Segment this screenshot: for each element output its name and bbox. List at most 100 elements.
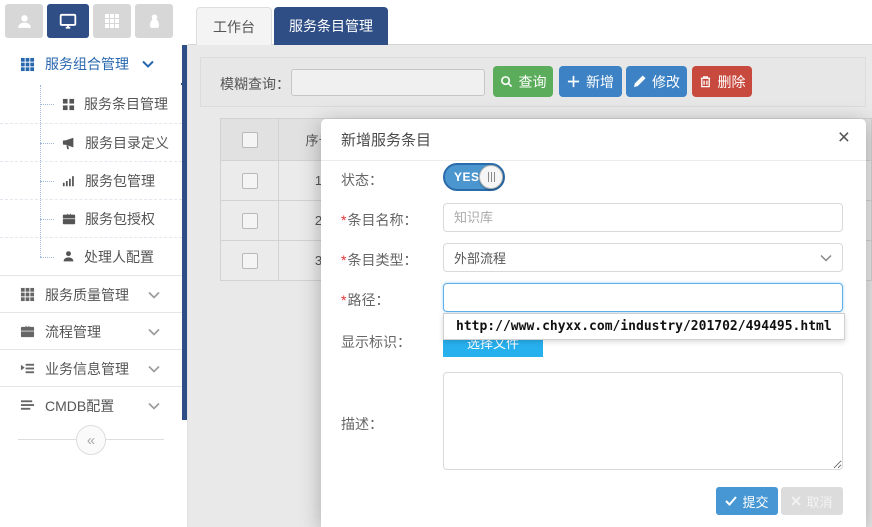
sidebar-item-service-entry-management[interactable]: 服务条目管理 [0, 85, 182, 123]
description-textarea[interactable] [443, 372, 843, 470]
fuzzy-query-input[interactable] [291, 69, 485, 96]
tree-branch-line [40, 219, 54, 220]
query-button-label: 查询 [519, 72, 547, 92]
tab-bar: 工作台 服务条目管理 [188, 0, 872, 45]
chevron-down-icon [148, 328, 160, 336]
grid-icon [20, 57, 35, 72]
fuzzy-query-label: 模糊查询： [220, 74, 290, 94]
grid-icon [20, 287, 35, 302]
row-checkbox[interactable] [242, 173, 258, 189]
row-checkbox[interactable] [242, 213, 258, 229]
path-input[interactable] [443, 283, 843, 312]
toggle-on-label: YES [454, 170, 480, 184]
top-toolbar [0, 0, 188, 45]
briefcase-icon [20, 324, 35, 339]
sidebar-group-label: 服务质量管理 [45, 285, 129, 305]
sidebar-group-business-info[interactable]: 业务信息管理 [0, 349, 182, 387]
modal-title: 新增服务条目 [341, 129, 431, 150]
edit-button[interactable]: 修改 [626, 66, 687, 97]
chevron-down-icon [142, 60, 154, 68]
bar-chart-icon [62, 174, 76, 188]
sidebar-group-label: 流程管理 [45, 322, 101, 342]
display-mark-label: 显示标识： [341, 332, 411, 352]
chevron-down-icon [820, 254, 832, 262]
tree-branch-line [40, 257, 54, 258]
tree-branch-line [40, 143, 54, 144]
path-suggestion-item[interactable]: http://www.chyxx.com/industry/201702/494… [456, 319, 832, 334]
path-suggestion-dropdown[interactable]: http://www.chyxx.com/industry/201702/494… [443, 313, 845, 340]
sidebar-collapse-area: « [0, 430, 182, 450]
tab-workbench[interactable]: 工作台 [196, 7, 272, 45]
status-label: 状态： [341, 170, 383, 190]
sidebar-group-label: CMDB配置 [45, 396, 114, 416]
path-label: *路径： [341, 290, 389, 310]
add-button[interactable]: 新增 [559, 66, 622, 97]
briefcase-icon [62, 212, 76, 226]
status-toggle[interactable]: YES [443, 163, 505, 191]
chevron-down-icon [148, 365, 160, 373]
sidebar-item-service-package-management[interactable]: 服务包管理 [0, 161, 182, 199]
monitor-icon [59, 12, 77, 30]
tree-branch-line [40, 104, 54, 105]
sidebar-group-process-management[interactable]: 流程管理 [0, 312, 182, 350]
search-panel: 模糊查询： 查询 新增 修改 [200, 57, 866, 107]
row-checkbox[interactable] [242, 253, 258, 269]
x-icon [791, 496, 801, 506]
submit-button[interactable]: 提交 [716, 487, 778, 515]
toolbar-penguin-button[interactable] [135, 4, 173, 38]
entry-type-value: 外部流程 [454, 248, 506, 267]
sidebar-item-handler-configuration[interactable]: 处理人配置 [0, 237, 182, 275]
toggle-handle[interactable] [479, 165, 503, 189]
modal-header: 新增服务条目 × [321, 119, 866, 161]
select-all-checkbox[interactable] [242, 132, 258, 148]
penguin-icon [146, 13, 163, 30]
sidebar-item-label: 服务包管理 [85, 171, 155, 191]
user-icon [16, 13, 33, 30]
query-button[interactable]: 查询 [493, 66, 553, 97]
sidebar-group-service-quality[interactable]: 服务质量管理 [0, 275, 182, 313]
entry-name-label: *条目名称： [341, 210, 417, 230]
trash-icon [699, 75, 712, 88]
sidebar-group-label: 服务组合管理 [45, 54, 129, 74]
toolbar-grid-button[interactable] [93, 4, 131, 38]
indent-list-icon [20, 361, 35, 376]
collapse-icon: « [87, 432, 95, 449]
pencil-icon [633, 75, 646, 88]
required-mark: * [341, 212, 346, 228]
add-button-label: 新增 [586, 72, 614, 92]
sidebar-item-label: 处理人配置 [84, 247, 154, 267]
plus-icon [567, 75, 580, 88]
sidebar-group-label: 业务信息管理 [45, 359, 129, 379]
sidebar-item-label: 服务目录定义 [85, 133, 169, 153]
required-mark: * [341, 292, 346, 308]
toolbar-user-button[interactable] [5, 4, 43, 38]
check-icon [725, 496, 737, 506]
delete-button-label: 删除 [718, 72, 746, 92]
entry-type-label-text: 条目类型： [347, 252, 417, 268]
sidebar-collapse-button[interactable]: « [76, 425, 106, 455]
tab-service-entry-management[interactable]: 服务条目管理 [274, 7, 388, 45]
sidebar-item-service-package-authorization[interactable]: 服务包授权 [0, 199, 182, 237]
sidebar-item-label: 服务条目管理 [84, 94, 168, 114]
chevron-down-icon [148, 291, 160, 299]
tree-branch-line [40, 181, 54, 182]
delete-button[interactable]: 删除 [692, 66, 752, 97]
tab-service-entry-label: 服务条目管理 [289, 16, 373, 36]
toolbar-monitor-button[interactable] [47, 4, 89, 38]
search-icon [500, 75, 513, 88]
entry-name-input[interactable] [443, 203, 843, 232]
chevron-down-icon [148, 402, 160, 410]
grid-small-icon [62, 98, 75, 111]
sidebar-item-service-catalog-definition[interactable]: 服务目录定义 [0, 123, 182, 161]
entry-type-select[interactable]: 外部流程 [443, 243, 843, 272]
cancel-button-label: 取消 [806, 492, 832, 511]
add-service-entry-modal: 新增服务条目 × 状态： YES *条目名称： *条目类型： 外部流程 *路径：… [321, 119, 866, 527]
sidebar-group-cmdb-config[interactable]: CMDB配置 [0, 386, 182, 424]
sidebar-group-service-portfolio[interactable]: 服务组合管理 [0, 45, 182, 83]
required-mark: * [341, 252, 346, 268]
tab-workbench-label: 工作台 [213, 17, 255, 37]
cancel-button[interactable]: 取消 [781, 487, 843, 515]
close-icon[interactable]: × [838, 127, 850, 148]
sidebar: 服务组合管理 服务条目管理 服务目录定义 [0, 45, 188, 527]
app-screen: 工作台 服务条目管理 服务组合管理 服务条目管理 [0, 0, 872, 527]
